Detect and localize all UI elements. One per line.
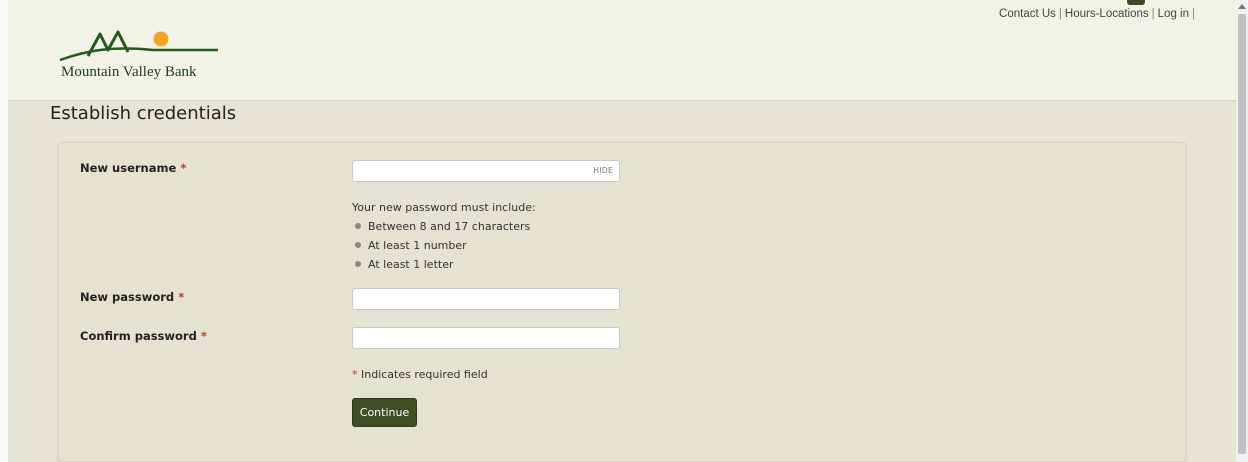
logo-text: Mountain Valley Bank	[61, 64, 197, 80]
hours-locations-link[interactable]: Hours-Locations	[1065, 8, 1149, 20]
page-title: Establish credentials	[50, 103, 237, 124]
hide-button[interactable]: HIDE	[593, 166, 613, 175]
left-edge	[0, 0, 8, 462]
password-label-text: New password	[80, 290, 175, 304]
mountain-logo-icon	[59, 30, 218, 62]
required-asterisk: *	[200, 329, 207, 343]
confirm-password-input[interactable]	[352, 327, 620, 349]
sun-icon	[153, 31, 169, 47]
required-note: * Indicates required field	[352, 368, 488, 381]
bullet-icon	[355, 223, 361, 229]
password-label: New password *	[80, 290, 184, 304]
password-rule: At least 1 letter	[355, 258, 453, 271]
password-rules-title: Your new password must include:	[352, 201, 536, 214]
username-input[interactable]: HIDE	[352, 160, 620, 182]
bullet-icon	[355, 261, 361, 267]
separator: |	[1151, 8, 1155, 20]
password-rule: At least 1 number	[355, 239, 467, 252]
confirm-password-label: Confirm password *	[80, 329, 207, 343]
new-password-input[interactable]	[352, 288, 620, 310]
scroll-up-icon[interactable]	[1238, 4, 1246, 9]
bullet-icon	[355, 242, 361, 248]
credentials-card	[58, 142, 1186, 462]
required-asterisk: *	[352, 368, 358, 381]
contact-us-link[interactable]: Contact Us	[999, 8, 1056, 20]
username-label-text: New username	[80, 161, 177, 175]
continue-button[interactable]: Continue	[352, 398, 417, 427]
confirm-label-text: Confirm password	[80, 329, 197, 343]
required-note-text: Indicates required field	[361, 368, 488, 381]
scrollbar[interactable]	[1236, 0, 1248, 462]
separator: |	[1058, 8, 1062, 20]
required-asterisk: *	[178, 290, 185, 304]
scroll-thumb[interactable]	[1238, 14, 1246, 454]
top-links: Contact Us | Hours-Locations | Log in |	[999, 8, 1198, 20]
password-rule: Between 8 and 17 characters	[355, 220, 530, 233]
bank-logo[interactable]: Mountain Valley Bank	[58, 28, 228, 90]
required-asterisk: *	[180, 161, 187, 175]
header-accent	[1127, 0, 1145, 5]
log-in-link[interactable]: Log in	[1158, 8, 1189, 20]
username-label: New username *	[80, 161, 186, 175]
separator: |	[1192, 8, 1195, 20]
